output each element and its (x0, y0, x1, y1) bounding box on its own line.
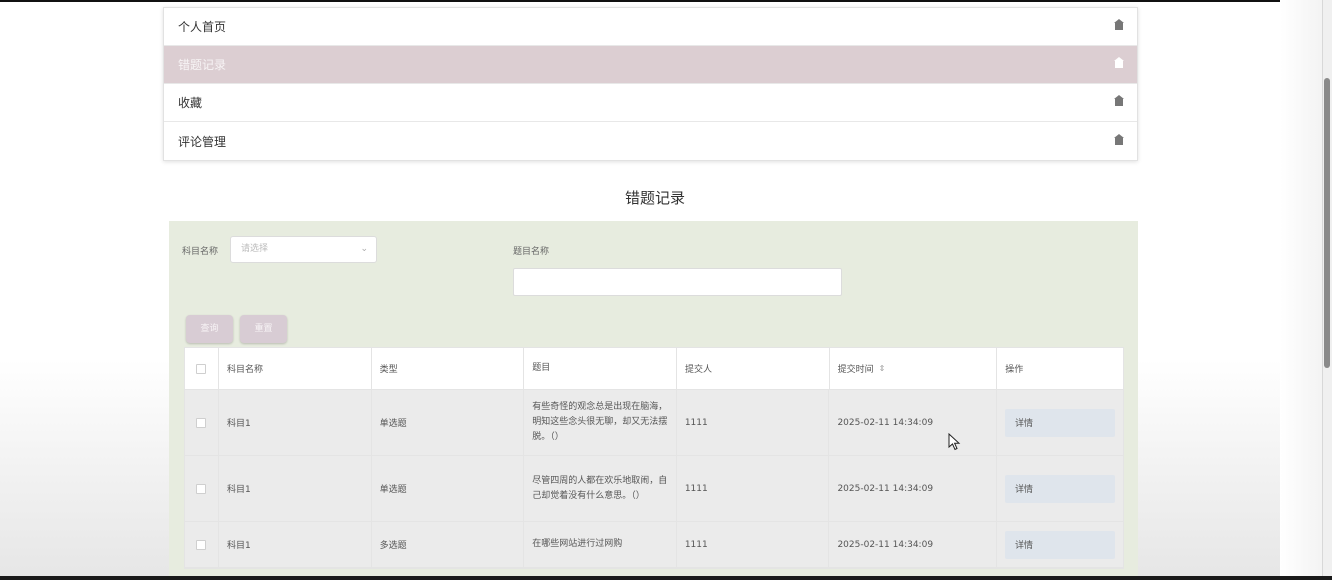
cell-time: 2025-02-11 14:34:09 (829, 456, 998, 521)
header-checkbox-cell (185, 348, 219, 389)
home-icon (1114, 19, 1124, 30)
cell-subject: 科目1 (219, 456, 372, 521)
cell-action: 详情 (997, 456, 1123, 521)
column-header-action: 操作 (1005, 365, 1024, 375)
cell-time: 2025-02-11 14:34:09 (829, 390, 998, 455)
cell-subject: 科目1 (219, 522, 372, 567)
cell-type: 单选题 (372, 390, 525, 455)
cell-submitter: 1111 (677, 456, 830, 521)
row-checkbox[interactable] (196, 539, 207, 550)
sort-icon[interactable]: ⇕ (879, 364, 886, 373)
menu-item-comments[interactable]: 评论管理 (164, 122, 1137, 160)
column-header-question: 题目 (524, 348, 677, 389)
row-checkbox[interactable] (196, 483, 207, 494)
row-checkbox-cell (185, 456, 219, 521)
detail-button[interactable]: 详情 (1005, 408, 1116, 437)
cell-submitter: 1111 (677, 522, 830, 567)
question-input[interactable] (513, 268, 842, 296)
detail-button[interactable]: 详情 (1005, 474, 1116, 503)
table-row: 科目1 多选题 在哪些网站进行过网购 1111 2025-02-11 14:34… (185, 522, 1123, 568)
row-checkbox-cell (185, 390, 219, 455)
table-row: 科目1 单选题 尽管四周的人都在欢乐地取闹，自己却觉着没有什么意思。（） 111… (185, 456, 1123, 522)
cell-submitter: 1111 (677, 390, 830, 455)
cell-action: 详情 (997, 522, 1123, 567)
chevron-down-icon: ⌄ (360, 244, 368, 254)
menu-item-home[interactable]: 个人首页 (164, 8, 1137, 46)
mouse-cursor-icon (948, 433, 961, 451)
subject-label: 科目名称 (182, 247, 219, 257)
question-label: 题目名称 (513, 247, 550, 257)
column-header-time-label: 提交时间 (837, 365, 874, 375)
scrollbar-thumb[interactable] (1324, 78, 1330, 368)
column-header-time[interactable]: 提交时间 ⇕ (830, 348, 998, 389)
home-icon (1114, 57, 1124, 68)
column-header-submitter: 提交人 (677, 348, 830, 389)
user-menu: 个人首页 错题记录 收藏 评论管理 (163, 7, 1138, 161)
cell-question: 在哪些网站进行过网购 (524, 522, 677, 567)
table-header-row: 科目名称 类型 题目 提交人 提交时间 ⇕ 操作 (185, 348, 1123, 390)
row-checkbox[interactable] (196, 417, 207, 428)
query-button[interactable]: 查询 (186, 315, 233, 343)
window-bottom-border (0, 576, 1332, 580)
subject-select-placeholder: 请选择 (241, 244, 269, 254)
cell-subject: 科目1 (219, 390, 372, 455)
menu-item-label: 评论管理 (178, 134, 227, 149)
cell-type: 单选题 (372, 456, 525, 521)
cell-time: 2025-02-11 14:34:09 (829, 522, 998, 567)
right-gutter (1280, 0, 1324, 580)
column-header-subject: 科目名称 (219, 348, 372, 389)
menu-item-wrong-questions[interactable]: 错题记录 (164, 46, 1137, 84)
cell-question: 有些奇怪的观念总是出现在脑海，明知这些念头很无聊，却又无法摆脱。（） (524, 390, 677, 455)
wrong-question-table: 科目名称 类型 题目 提交人 提交时间 ⇕ 操作 科目1 单选题 有些奇怪的观念… (184, 347, 1124, 569)
cell-type: 多选题 (372, 522, 525, 567)
menu-item-favorites[interactable]: 收藏 (164, 84, 1137, 122)
subject-select[interactable]: 请选择 ⌄ (230, 236, 377, 263)
home-icon (1114, 95, 1124, 106)
home-icon (1114, 133, 1124, 145)
menu-item-label: 个人首页 (178, 20, 227, 34)
menu-item-label: 收藏 (178, 96, 203, 110)
window-top-border (0, 0, 1332, 2)
menu-item-label: 错题记录 (178, 58, 227, 72)
page-title: 错题记录 (624, 189, 685, 207)
reset-button[interactable]: 重置 (240, 315, 287, 343)
detail-button[interactable]: 详情 (1005, 530, 1116, 559)
select-all-checkbox[interactable] (196, 363, 207, 374)
cell-action: 详情 (997, 390, 1123, 455)
row-checkbox-cell (185, 522, 219, 567)
table-row: 科目1 单选题 有些奇怪的观念总是出现在脑海，明知这些念头很无聊，却又无法摆脱。… (185, 390, 1123, 456)
cell-question: 尽管四周的人都在欢乐地取闹，自己却觉着没有什么意思。（） (524, 456, 677, 521)
column-header-type: 类型 (372, 348, 525, 389)
